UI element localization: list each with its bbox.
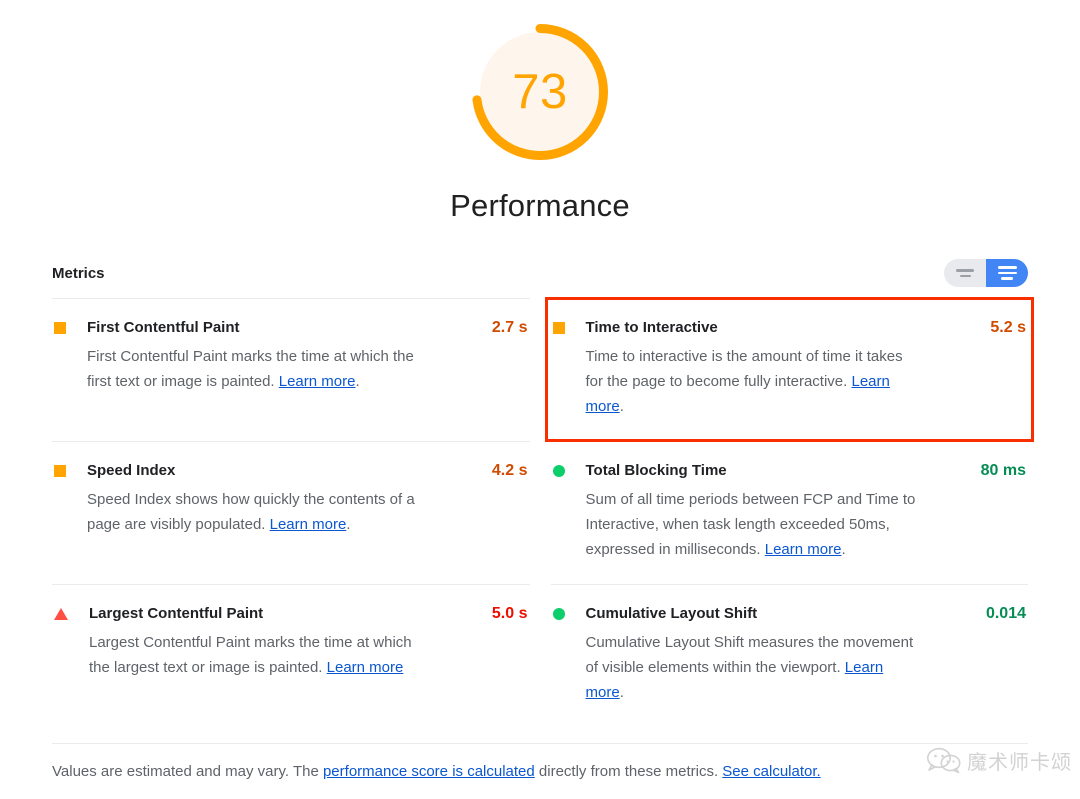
- metric-card[interactable]: Speed Index Speed Index shows how quickly…: [52, 441, 530, 584]
- metric-title: Time to Interactive: [585, 319, 718, 336]
- metric-value: 5.2 s: [990, 319, 1026, 336]
- metric-card[interactable]: Largest Contentful Paint Largest Contentf…: [52, 584, 530, 727]
- metric-description: Cumulative Layout Shift measures the mov…: [586, 630, 916, 705]
- metric-card[interactable]: Cumulative Layout Shift Cumulative Layout…: [550, 584, 1028, 727]
- learn-more-link[interactable]: Learn more: [270, 516, 347, 533]
- metric-description-text: Speed Index shows how quickly the conten…: [87, 491, 415, 533]
- metric-status-circle-icon: [552, 465, 565, 477]
- metric-card[interactable]: Total Blocking Time Sum of all time perio…: [550, 441, 1028, 584]
- metric-body: Speed Index Speed Index shows how quickly…: [87, 460, 482, 537]
- metric-value: 2.7 s: [491, 319, 528, 336]
- metric-description: Time to interactive is the amount of tim…: [586, 344, 916, 419]
- metric-description-suffix: .: [619, 398, 624, 415]
- metric-description: First Contentful Paint marks the time at…: [87, 344, 417, 394]
- list-compact-icon-bar: [959, 274, 971, 278]
- metric-description: Sum of all time periods between FCP and …: [586, 487, 916, 562]
- page-title: Performance: [450, 188, 630, 223]
- list-compact-icon-bar: [956, 268, 974, 272]
- metric-description-suffix: .: [841, 541, 846, 558]
- footer-text-part2: directly from these metrics.: [534, 763, 723, 780]
- metric-body: Time to Interactive Time to interactive i…: [586, 317, 981, 419]
- metric-title: Cumulative Layout Shift: [585, 605, 758, 622]
- metric-title: Total Blocking Time: [585, 462, 727, 479]
- metric-value: 5.0 s: [491, 605, 528, 622]
- metric-title: First Contentful Paint: [87, 319, 240, 336]
- score-gauge-section: 73 Performance: [0, 0, 1080, 224]
- metric-value: 4.2 s: [491, 462, 528, 479]
- performance-score-gauge[interactable]: 73: [466, 18, 614, 166]
- metric-body: Largest Contentful Paint Largest Contentf…: [89, 603, 482, 680]
- metric-status-square-icon: [54, 465, 66, 477]
- learn-more-link[interactable]: Learn more: [279, 373, 356, 390]
- list-expanded-icon-bar: [1001, 277, 1013, 280]
- metrics-view-toggle[interactable]: [944, 259, 1028, 287]
- metric-description-suffix: .: [346, 516, 351, 533]
- metric-description-suffix: .: [355, 373, 360, 390]
- list-expanded-icon-bar: [997, 266, 1017, 269]
- metrics-section-label: Metrics: [52, 264, 105, 282]
- metric-description: Speed Index shows how quickly the conten…: [87, 487, 417, 537]
- metrics-header: Metrics: [52, 259, 1028, 298]
- metrics-footer-note: Values are estimated and may vary. The p…: [52, 743, 1028, 783]
- metric-card[interactable]: Time to Interactive Time to interactive i…: [550, 298, 1028, 441]
- metric-head: First Contentful Paint First Contentful P…: [54, 317, 528, 394]
- metric-card[interactable]: First Contentful Paint First Contentful P…: [52, 298, 530, 441]
- metric-description-text: Sum of all time periods between FCP and …: [585, 491, 916, 558]
- gauge-score-value: 73: [512, 64, 568, 119]
- metric-status-circle-icon: [552, 608, 565, 620]
- metric-status-square-icon: [552, 322, 565, 334]
- learn-more-link[interactable]: Learn more: [327, 659, 404, 676]
- learn-more-link[interactable]: Learn more: [765, 541, 842, 558]
- metric-body: First Contentful Paint First Contentful P…: [87, 317, 482, 394]
- see-calculator-link[interactable]: See calculator.: [722, 763, 820, 780]
- metric-title: Speed Index: [87, 462, 176, 479]
- performance-score-calculated-link[interactable]: performance score is calculated: [323, 763, 535, 780]
- toggle-collapsed-view-button[interactable]: [944, 259, 986, 287]
- metric-head: Largest Contentful Paint Largest Contentf…: [54, 603, 528, 680]
- metric-head: Speed Index Speed Index shows how quickly…: [54, 460, 528, 537]
- metric-body: Total Blocking Time Sum of all time perio…: [586, 460, 971, 562]
- metric-body: Cumulative Layout Shift Cumulative Layout…: [586, 603, 976, 705]
- metric-head: Time to Interactive Time to interactive i…: [552, 317, 1026, 419]
- metric-status-square-icon: [54, 322, 66, 334]
- list-expanded-icon-bar: [997, 271, 1017, 275]
- metric-head: Cumulative Layout Shift Cumulative Layout…: [552, 603, 1026, 705]
- metric-description-suffix: .: [619, 684, 624, 701]
- metric-description: Largest Contentful Paint marks the time …: [89, 630, 419, 680]
- metric-title: Largest Contentful Paint: [89, 605, 264, 622]
- metric-status-triangle-icon: [54, 608, 68, 620]
- metric-value: 80 ms: [980, 462, 1026, 479]
- toggle-expanded-view-button[interactable]: [986, 259, 1028, 287]
- metric-head: Total Blocking Time Sum of all time perio…: [552, 460, 1026, 562]
- metric-description-text: First Contentful Paint marks the time at…: [87, 348, 414, 390]
- footer-text-part1: Values are estimated and may vary. The: [52, 763, 323, 780]
- metric-value: 0.014: [985, 605, 1026, 622]
- metrics-grid: First Contentful Paint First Contentful P…: [52, 297, 1034, 727]
